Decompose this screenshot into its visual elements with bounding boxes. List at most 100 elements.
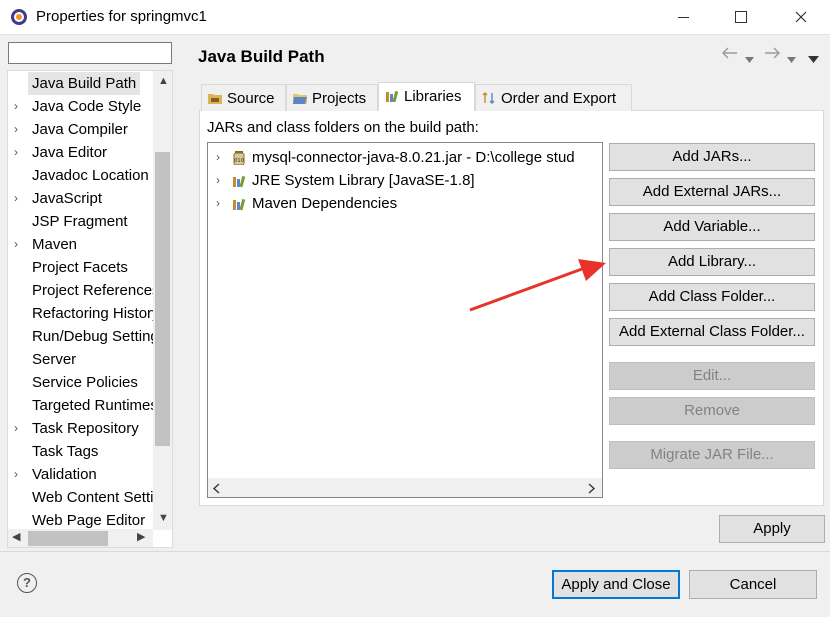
- tab-source[interactable]: Source: [201, 84, 286, 111]
- sidebar-item-label: Maven: [32, 236, 78, 253]
- forward-dropdown-icon[interactable]: [787, 50, 796, 67]
- sidebar-item[interactable]: Java Build Path: [8, 72, 154, 95]
- tab-order-and-export[interactable]: Order and Export: [475, 84, 632, 111]
- sidebar-item[interactable]: Refactoring History: [8, 302, 160, 325]
- tab-label: Projects: [312, 90, 367, 107]
- sidebar-item-label: Refactoring History: [32, 305, 160, 322]
- library-item-maven-dependencies[interactable]: › Maven Dependencies: [208, 192, 602, 215]
- expand-arrow-icon[interactable]: ›: [14, 141, 26, 164]
- sidebar-item-label: JSP Fragment: [32, 213, 128, 230]
- order-export-icon: [482, 92, 495, 104]
- sidebar-item[interactable]: Targeted Runtimes: [8, 394, 158, 417]
- sidebar-item[interactable]: Project Facets: [8, 256, 154, 279]
- add-variable-button[interactable]: Add Variable...: [609, 213, 815, 241]
- apply-button[interactable]: Apply: [719, 515, 825, 543]
- libraries-horizontal-scrollbar[interactable]: [208, 478, 602, 497]
- migrate-jar-file-button[interactable]: Migrate JAR File...: [609, 441, 815, 469]
- sidebar-item[interactable]: › Maven: [8, 233, 154, 256]
- scroll-left-icon[interactable]: ◀: [12, 530, 20, 543]
- tab-label: Order and Export: [501, 90, 617, 107]
- sidebar-item[interactable]: Project References: [8, 279, 160, 302]
- scroll-up-icon[interactable]: ▲: [158, 75, 169, 87]
- maximize-icon: [735, 11, 747, 23]
- add-class-folder-button[interactable]: Add Class Folder...: [609, 283, 815, 311]
- expand-arrow-icon[interactable]: ›: [14, 187, 26, 210]
- tree-hscroll-thumb[interactable]: [28, 531, 108, 546]
- view-menu-icon[interactable]: [808, 50, 819, 67]
- add-external-jars-button[interactable]: Add External JARs...: [609, 178, 815, 206]
- remove-button[interactable]: Remove: [609, 397, 815, 425]
- expand-arrow-icon[interactable]: ›: [14, 118, 26, 141]
- expand-arrow-icon[interactable]: ›: [216, 146, 220, 169]
- scroll-right-icon[interactable]: ▶: [137, 530, 145, 543]
- tab-libraries[interactable]: Libraries: [378, 82, 475, 111]
- minimize-button[interactable]: [660, 0, 706, 34]
- edit-button[interactable]: Edit...: [609, 362, 815, 390]
- sidebar-item[interactable]: › Java Compiler: [8, 118, 154, 141]
- sidebar-item[interactable]: Service Policies: [8, 371, 154, 394]
- back-dropdown-icon[interactable]: [745, 50, 754, 67]
- scroll-down-icon[interactable]: ▼: [158, 512, 169, 524]
- maximize-button[interactable]: [718, 0, 764, 34]
- close-button[interactable]: [778, 0, 824, 34]
- library-icon: [233, 198, 246, 211]
- tab-projects[interactable]: Projects: [286, 84, 378, 111]
- sidebar-item[interactable]: › Java Code Style: [8, 95, 154, 118]
- property-page-tree: Java Build Path › Java Code Style › Java Com…: [7, 70, 173, 548]
- filter-input[interactable]: [8, 42, 172, 64]
- add-library-button[interactable]: Add Library...: [609, 248, 815, 276]
- sidebar-item-label: Task Repository: [32, 420, 139, 437]
- add-jars-button[interactable]: Add JARs...: [609, 143, 815, 171]
- window-title: Properties for springmvc1: [36, 8, 207, 25]
- expand-arrow-icon[interactable]: ›: [14, 233, 26, 256]
- expand-arrow-icon[interactable]: ›: [216, 192, 220, 215]
- close-icon: [795, 11, 807, 23]
- expand-arrow-icon[interactable]: ›: [14, 463, 26, 486]
- sidebar-item-label: Targeted Runtimes: [32, 397, 158, 414]
- add-external-class-folder-button[interactable]: Add External Class Folder...: [609, 318, 815, 346]
- scroll-left-icon[interactable]: [212, 481, 221, 498]
- jar-icon: 010: [233, 151, 245, 165]
- sidebar-item-label: JavaScript: [32, 190, 103, 207]
- sidebar-item-label: Run/Debug Settings: [32, 328, 167, 345]
- sidebar-item[interactable]: › JavaScript: [8, 187, 154, 210]
- svg-text:010: 010: [234, 158, 244, 164]
- scroll-right-icon[interactable]: [587, 481, 596, 498]
- back-icon[interactable]: [722, 46, 738, 63]
- sidebar-item-label: Validation: [32, 466, 97, 483]
- library-item-jre-system[interactable]: › JRE System Library [JavaSE-1.8]: [208, 169, 602, 192]
- sidebar-item[interactable]: › Task Repository: [8, 417, 154, 440]
- cancel-button[interactable]: Cancel: [689, 570, 817, 599]
- source-folder-icon: [208, 94, 222, 104]
- sidebar-item-label: Java Editor: [32, 144, 108, 161]
- library-item-mysql-connector[interactable]: › 010 mysql-connector-java-8.0.21.jar - …: [208, 146, 602, 169]
- help-icon[interactable]: ?: [17, 573, 37, 593]
- sidebar-item[interactable]: Web Content Settings: [8, 486, 172, 509]
- sidebar-item-label: Java Build Path: [28, 72, 141, 95]
- sidebar-item[interactable]: JSP Fragment: [8, 210, 154, 233]
- sidebar-item-label: Server: [32, 351, 77, 368]
- library-label: JRE System Library [JavaSE-1.8]: [252, 172, 475, 189]
- forward-icon[interactable]: [764, 46, 780, 63]
- tab-label: Libraries: [404, 88, 462, 105]
- page-title: Java Build Path: [198, 47, 325, 66]
- sidebar-item[interactable]: Task Tags: [8, 440, 154, 463]
- libraries-icon: [386, 90, 399, 102]
- sidebar-item[interactable]: Server: [8, 348, 154, 371]
- sidebar-item-label: Java Compiler: [32, 121, 128, 138]
- sidebar-item-label: Project Facets: [32, 259, 128, 276]
- build-path-subtitle: JARs and class folders on the build path…: [207, 119, 479, 136]
- sidebar-item[interactable]: Run/Debug Settings: [8, 325, 166, 348]
- sidebar-item-label: Javadoc Location: [32, 167, 149, 184]
- sidebar-item[interactable]: › Java Editor: [8, 141, 154, 164]
- sidebar-item[interactable]: Javadoc Location: [8, 164, 154, 187]
- tree-scroll-thumb[interactable]: [155, 152, 170, 446]
- library-icon: [233, 175, 246, 188]
- eclipse-app-icon: [11, 9, 27, 25]
- sidebar-item-label: Task Tags: [32, 443, 99, 460]
- sidebar-item[interactable]: › Validation: [8, 463, 154, 486]
- expand-arrow-icon[interactable]: ›: [14, 95, 26, 118]
- apply-and-close-button[interactable]: Apply and Close: [552, 570, 680, 599]
- expand-arrow-icon[interactable]: ›: [216, 169, 220, 192]
- expand-arrow-icon[interactable]: ›: [14, 417, 26, 440]
